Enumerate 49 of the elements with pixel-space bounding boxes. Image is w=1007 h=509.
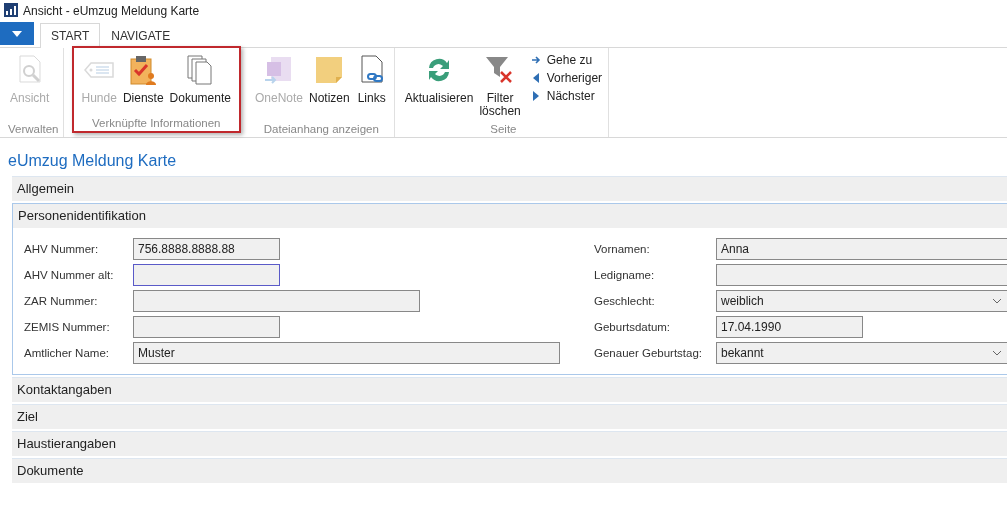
arrow-right-icon [530,55,541,65]
input-field[interactable] [133,264,280,286]
triangle-right-icon [530,91,541,101]
section-header[interactable]: Dokumente [12,458,1007,483]
ribbon-button[interactable]: Filter löschen [477,52,523,120]
group-label: Verknüpfte Informationen [91,117,222,129]
group-label: Verwalten [8,123,59,135]
input-field[interactable] [133,290,420,312]
field-label: Geschlecht: [594,295,656,307]
section-header[interactable]: Ziel [12,404,1007,429]
dropdown-field[interactable]: bekannt [716,342,1007,364]
caret-icon [12,30,22,37]
field-label: Genauer Geburtstag: [594,347,704,359]
ribbon-button[interactable]: Aktualisieren [402,52,476,107]
field-label: Ledigname: [594,269,656,281]
input-field[interactable] [716,264,1007,286]
page-title: eUmzug Meldung Karte [7,151,178,170]
ribbon-button[interactable]: Links [353,52,390,107]
window-title: Ansicht - eUmzug Meldung Karte [23,4,200,18]
section-header[interactable]: Allgemein [12,176,1007,201]
ribbon-button[interactable]: Vorheriger [528,70,605,86]
group-label: Dateianhang anzeigen [262,123,380,135]
field-label: AHV Nummer: [24,243,100,255]
field-label: Geburtsdatum: [594,321,672,333]
field-label: Vornamen: [594,243,651,255]
chevron-down-icon [992,350,1002,356]
ribbon-button[interactable]: Gehe zu [528,52,605,68]
group-label: Seite [489,123,518,135]
input-field[interactable]: 756.8888.8888.88 [133,238,280,260]
ribbon-button[interactable]: Dienste [120,52,166,107]
field-label: ZAR Nummer: [24,295,99,307]
ribbon-button[interactable]: Nächster [528,88,605,104]
field-label: AHV Nummer alt: [24,269,115,281]
tab[interactable]: START [40,23,101,48]
app-icon [4,2,18,17]
section-header[interactable]: Haustierangaben [12,431,1007,456]
section-header[interactable]: Personenidentifikation [13,204,1007,228]
chevron-down-icon [992,298,1002,304]
input-field[interactable]: 17.04.1990 [716,316,863,338]
section-header[interactable]: Kontaktangaben [12,377,1007,402]
ribbon-button[interactable]: Dokumente [167,52,233,107]
ribbon-button[interactable]: Notizen [307,52,352,107]
input-field[interactable]: Anna [716,238,1007,260]
input-field[interactable] [133,316,280,338]
field-label: Amtlicher Name: [24,347,110,359]
dropdown-field[interactable]: weiblich [716,290,1007,312]
field-label: ZEMIS Nummer: [24,321,111,333]
input-field[interactable]: Muster [133,342,560,364]
app-menu-button[interactable] [0,22,34,45]
